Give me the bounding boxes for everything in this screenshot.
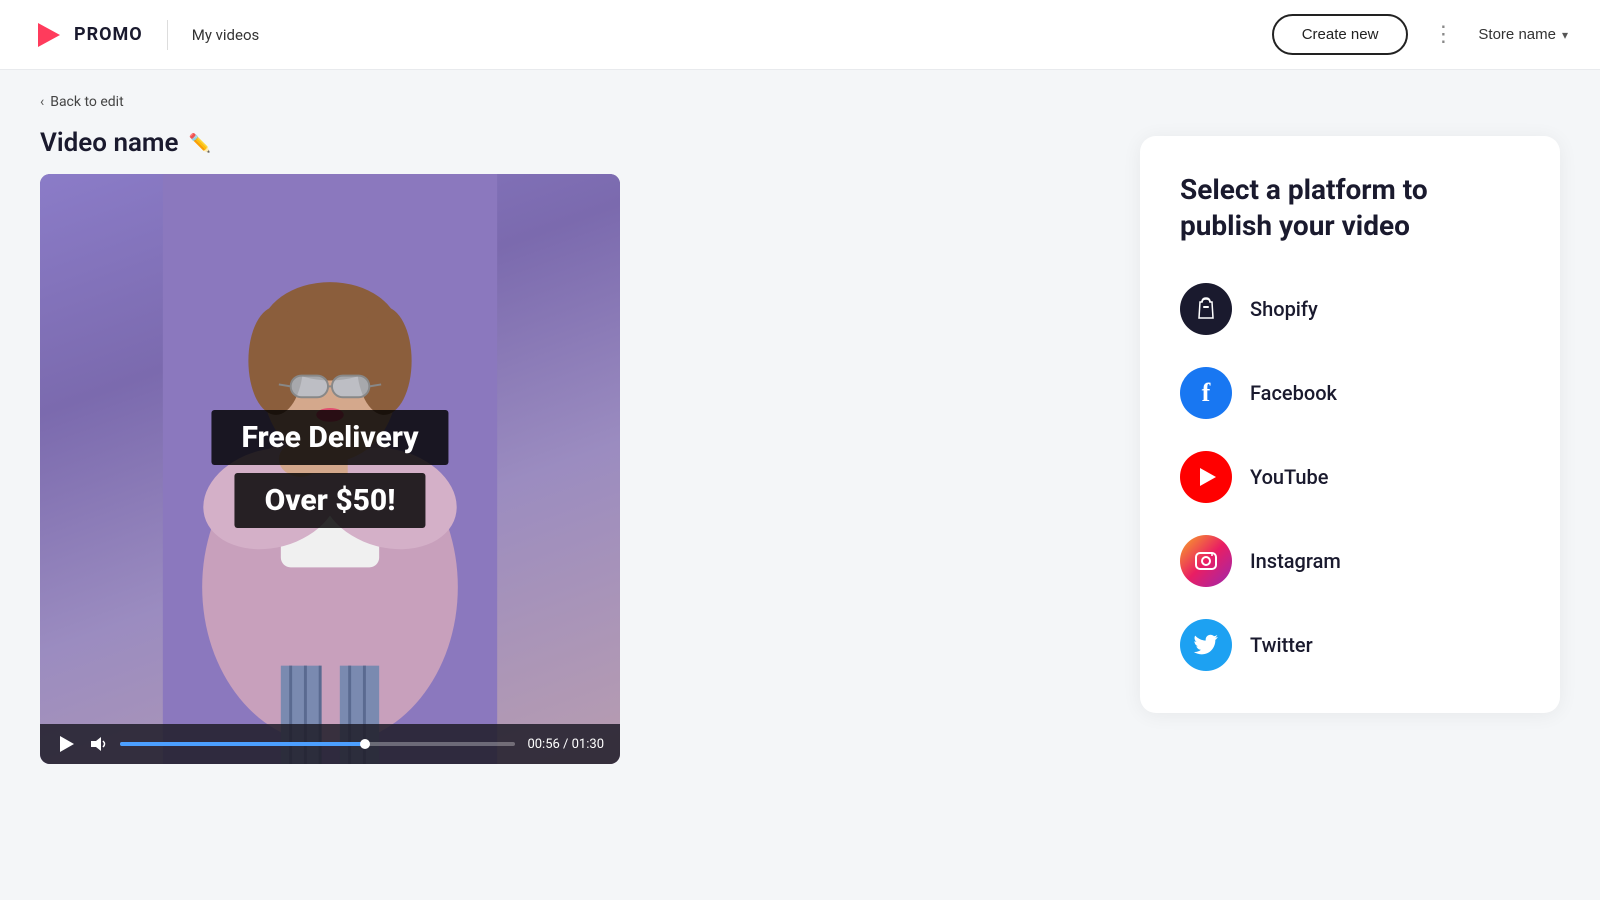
store-name-label: Store name: [1478, 26, 1556, 43]
progress-handle: [360, 739, 370, 749]
platform-item-youtube[interactable]: YouTube: [1180, 445, 1520, 509]
platform-item-shopify[interactable]: Shopify: [1180, 277, 1520, 341]
back-arrow-icon: ‹: [40, 94, 44, 110]
publish-panel-title: Select a platform to publish your video: [1180, 172, 1520, 245]
twitter-icon: [1180, 619, 1232, 671]
video-background: Free Delivery Over $50!: [40, 174, 620, 764]
facebook-icon: f: [1180, 367, 1232, 419]
shopify-label: Shopify: [1250, 297, 1318, 321]
video-overlay-texts: Free Delivery Over $50!: [211, 410, 448, 528]
header-divider: [167, 20, 168, 50]
main-content: ‹ Back to edit Video name ✏️: [0, 70, 1600, 900]
twitter-bird-icon: [1193, 634, 1219, 656]
vertical-dots-icon[interactable]: ⋮: [1428, 22, 1458, 47]
header-right: Create new ⋮ Store name ▾: [1272, 14, 1568, 55]
logo-text: PROMO: [74, 24, 143, 45]
overlay-text-line2: Over $50!: [235, 473, 426, 528]
create-new-button[interactable]: Create new: [1272, 14, 1409, 55]
platform-list: Shopify f Facebook YouTube: [1180, 277, 1520, 677]
logo-area: PROMO: [32, 19, 143, 51]
left-panel: ‹ Back to edit Video name ✏️: [40, 94, 1108, 876]
youtube-icon: [1180, 451, 1232, 503]
progress-fill: [120, 742, 365, 746]
promo-logo-icon: [32, 19, 64, 51]
store-name-button[interactable]: Store name ▾: [1478, 26, 1568, 43]
video-player: Free Delivery Over $50!: [40, 174, 620, 764]
my-videos-link[interactable]: My videos: [192, 26, 260, 44]
video-controls: 00:56 / 01:30: [40, 724, 620, 764]
instagram-label: Instagram: [1250, 549, 1341, 573]
platform-item-instagram[interactable]: Instagram: [1180, 529, 1520, 593]
twitter-label: Twitter: [1250, 633, 1313, 657]
shopify-bag-icon: [1193, 296, 1219, 322]
shopify-icon: [1180, 283, 1232, 335]
video-name-title: Video name: [40, 128, 179, 158]
youtube-label: YouTube: [1250, 465, 1329, 489]
platform-item-facebook[interactable]: f Facebook: [1180, 361, 1520, 425]
time-display: 00:56 / 01:30: [527, 737, 604, 752]
play-icon: [56, 734, 76, 754]
overlay-text-line1: Free Delivery: [211, 410, 448, 465]
back-to-edit-label: Back to edit: [50, 94, 123, 110]
instagram-camera-icon: [1194, 549, 1218, 573]
back-to-edit-button[interactable]: ‹ Back to edit: [40, 94, 124, 110]
instagram-icon: [1180, 535, 1232, 587]
chevron-down-icon: ▾: [1562, 28, 1568, 42]
volume-button[interactable]: [88, 734, 108, 754]
facebook-label: Facebook: [1250, 381, 1337, 405]
youtube-play-icon: [1200, 468, 1216, 486]
edit-pencil-icon[interactable]: ✏️: [189, 133, 211, 154]
facebook-f-icon: f: [1202, 378, 1211, 408]
volume-icon: [88, 734, 108, 754]
publish-panel: Select a platform to publish your video …: [1140, 136, 1560, 713]
app-header: PROMO My videos Create new ⋮ Store name …: [0, 0, 1600, 70]
platform-item-twitter[interactable]: Twitter: [1180, 613, 1520, 677]
video-name-row: Video name ✏️: [40, 128, 1108, 158]
play-button[interactable]: [56, 734, 76, 754]
progress-bar[interactable]: [120, 742, 515, 746]
